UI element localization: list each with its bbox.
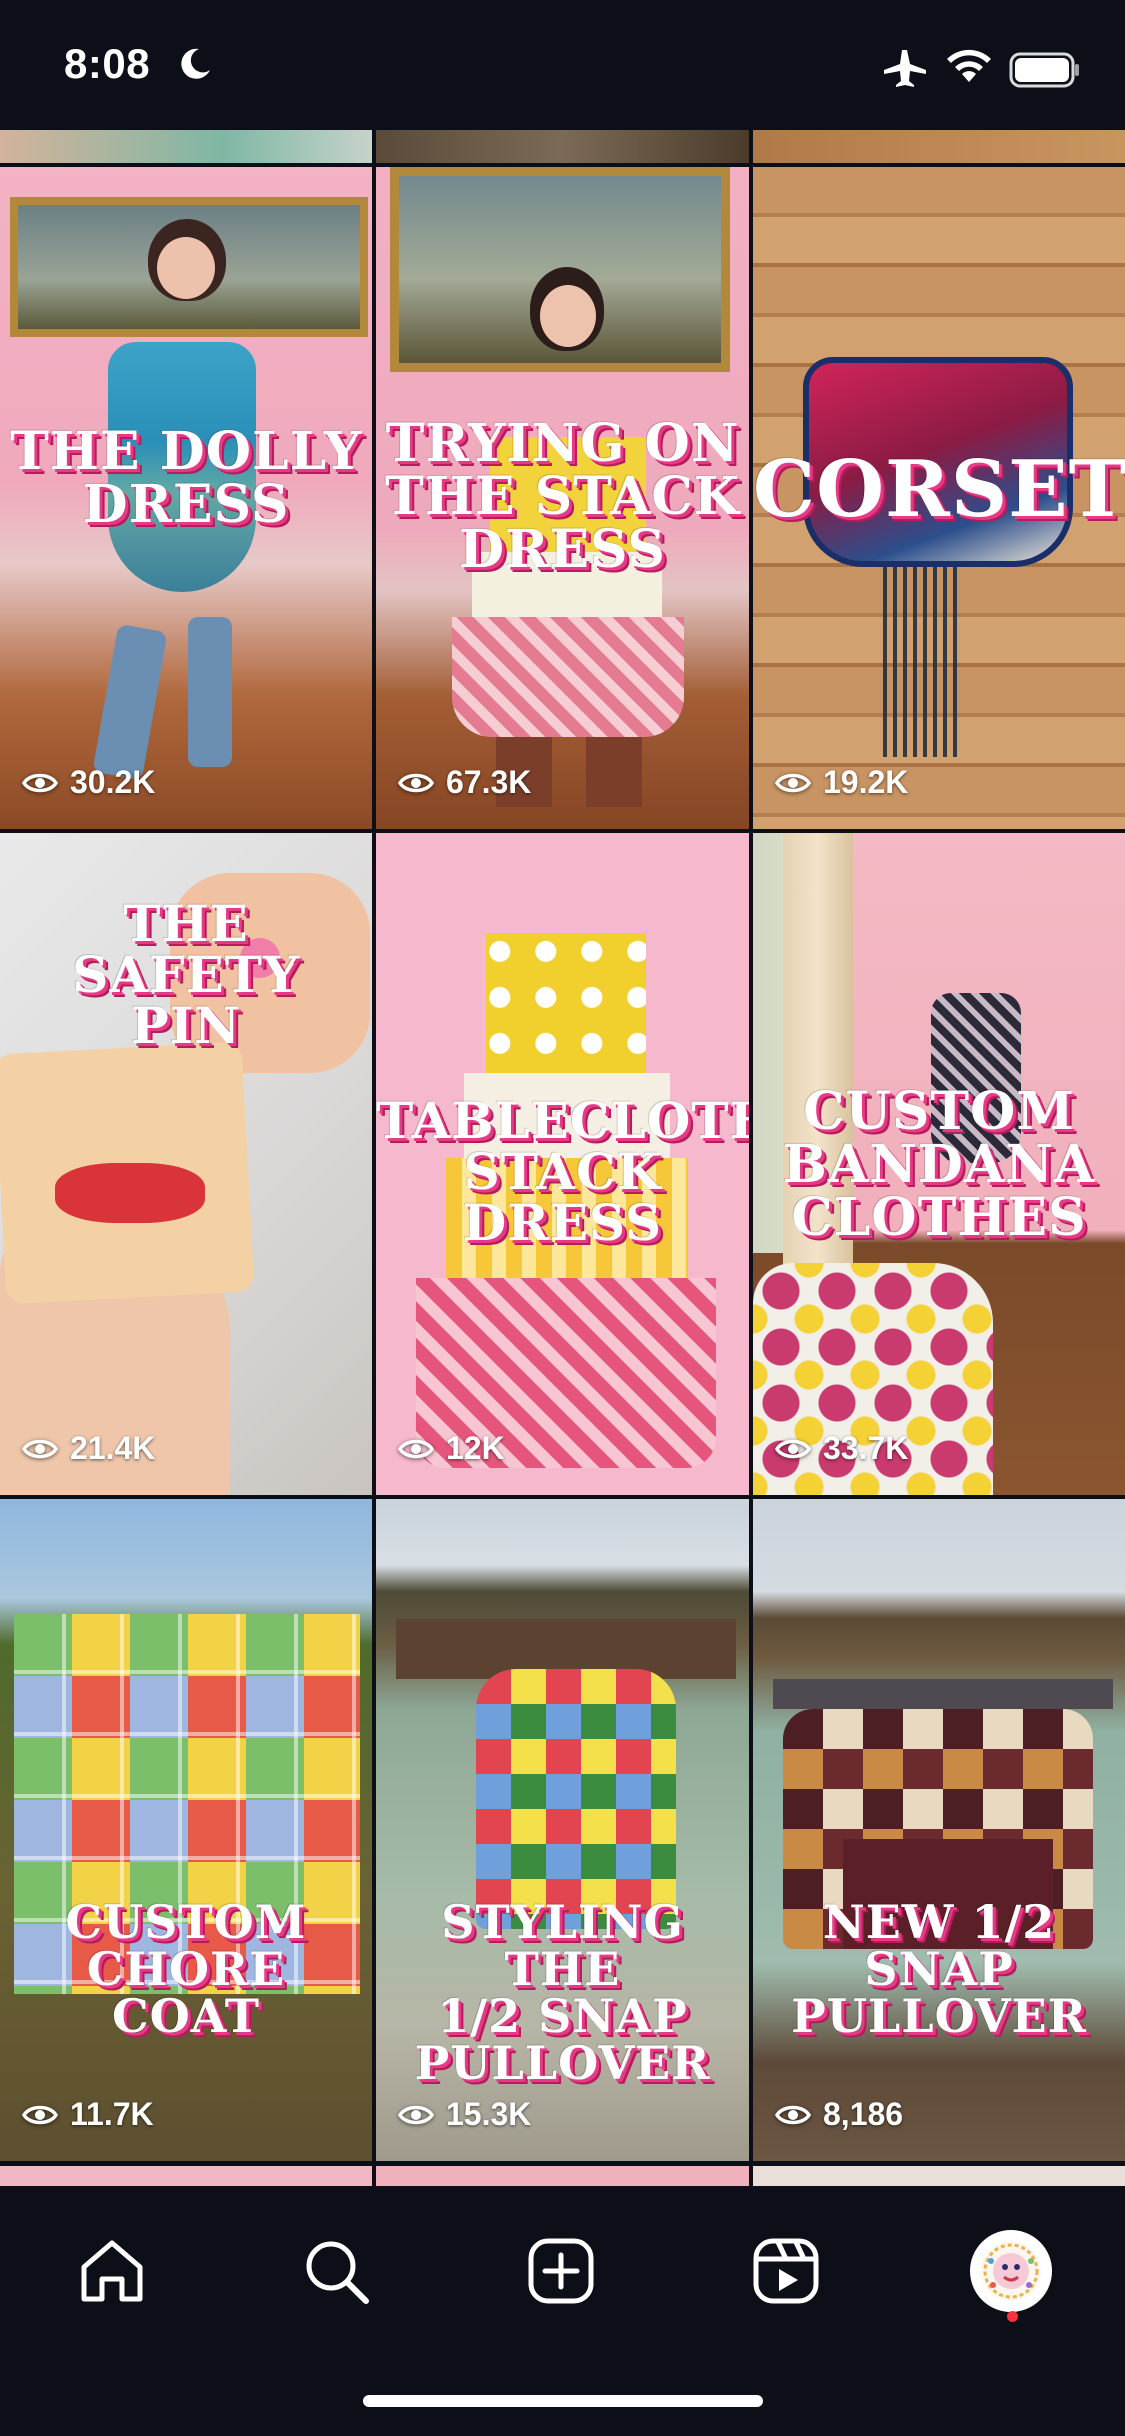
battery-icon — [1009, 52, 1079, 88]
view-count: 11.7K — [22, 2096, 154, 2133]
reel-tile[interactable]: CUSTOM CHORE COAT 11.7K — [0, 1499, 372, 2161]
moon-icon — [181, 48, 210, 79]
create-icon — [528, 2238, 594, 2304]
eye-icon — [22, 773, 58, 792]
view-count-value: 21.4K — [70, 1430, 156, 1466]
search-icon — [306, 2241, 369, 2304]
reel-tile[interactable]: NEW 1/2 SNAP PULLOVER 8,186 — [753, 1499, 1125, 2161]
reels-icon — [753, 2238, 819, 2304]
reel-tile-partial[interactable] — [376, 130, 749, 163]
eye-icon — [775, 773, 811, 792]
view-count-value: 30.2K — [70, 764, 156, 800]
view-count-value: 8,186 — [823, 2096, 904, 2132]
reel-tile[interactable]: THE DOLLY DRESS 30.2K — [0, 167, 372, 829]
reel-title: NEW 1/2 SNAP PULLOVER — [791, 1895, 1087, 2043]
view-count-value: 19.2K — [823, 764, 909, 800]
nav-create[interactable] — [506, 2216, 616, 2326]
home-indicator[interactable] — [363, 2395, 763, 2407]
reel-title: CORSETS — [753, 444, 1125, 535]
reel-tile[interactable]: TABLECLOTH STACK DRESS 12K — [376, 833, 749, 1495]
view-count-value: 11.7K — [70, 2096, 154, 2132]
reel-tile-partial[interactable] — [0, 130, 372, 163]
view-count: 30.2K — [22, 764, 155, 801]
reel-tile[interactable]: CUSTOM BANDANA CLOTHES 33.7K — [753, 833, 1125, 1495]
notification-dot — [1007, 2311, 1018, 2322]
reel-title: CUSTOM CHORE COAT — [65, 1895, 307, 2043]
view-count: 15.3K — [398, 2096, 531, 2133]
reel-tile[interactable]: CORSETS 19.2K — [753, 167, 1125, 829]
view-count-value: 12K — [446, 1430, 505, 1466]
eye-icon — [775, 2105, 811, 2124]
reel-tile-partial[interactable] — [0, 2166, 372, 2186]
view-count: 33.7K — [775, 1430, 908, 1467]
view-count: 19.2K — [775, 764, 908, 801]
reel-tile[interactable]: STYLING THE 1/2 SNAP PULLOVER 15.3K — [376, 1499, 749, 2161]
view-count: 8,186 — [775, 2096, 903, 2133]
view-count: 21.4K — [22, 1430, 155, 1467]
home-icon — [81, 2240, 143, 2302]
eye-icon — [22, 1439, 58, 1458]
view-count: 12K — [398, 1430, 505, 1467]
eye-icon — [775, 1439, 811, 1458]
status-time: 8:08 — [64, 40, 151, 87]
status-bar: 8:08 — [0, 0, 1125, 130]
wifi-icon — [947, 49, 991, 82]
reel-tile-partial[interactable] — [753, 130, 1125, 163]
view-count-value: 15.3K — [446, 2096, 532, 2132]
reel-title: STYLING THE 1/2 SNAP PULLOVER — [414, 1895, 711, 2090]
reel-title: CUSTOM BANDANA CLOTHES — [782, 1081, 1096, 1249]
reels-grid: THE DOLLY DRESS 30.2K TRYING ON THE STAC… — [0, 130, 1125, 2186]
airplane-icon — [884, 50, 926, 87]
avatar-illustration-icon — [981, 2241, 1041, 2301]
nav-home[interactable] — [57, 2216, 167, 2326]
eye-icon — [398, 773, 434, 792]
reel-tile-partial[interactable] — [376, 2166, 749, 2186]
reel-title: TRYING ON THE STACK DRESS — [385, 413, 740, 581]
reel-tile[interactable]: TRYING ON THE STACK DRESS 67.3K — [376, 167, 749, 829]
reel-tile-partial[interactable] — [753, 2166, 1125, 2186]
reel-tile[interactable]: THE SAFETY PIN 21.4K — [0, 833, 372, 1495]
nav-profile[interactable] — [956, 2216, 1066, 2326]
eye-icon — [398, 1439, 434, 1458]
view-count-value: 33.7K — [823, 1430, 909, 1466]
reel-title: THE DOLLY DRESS — [10, 421, 362, 536]
nav-reels[interactable] — [731, 2216, 841, 2326]
nav-search[interactable] — [281, 2216, 391, 2326]
eye-icon — [22, 2105, 58, 2124]
eye-icon — [398, 2105, 434, 2124]
reel-title: TABLECLOTH STACK DRESS — [376, 1091, 749, 1252]
profile-avatar — [970, 2230, 1052, 2312]
view-count: 67.3K — [398, 764, 531, 801]
reel-title: THE SAFETY PIN — [72, 894, 300, 1055]
view-count-value: 67.3K — [446, 764, 532, 800]
